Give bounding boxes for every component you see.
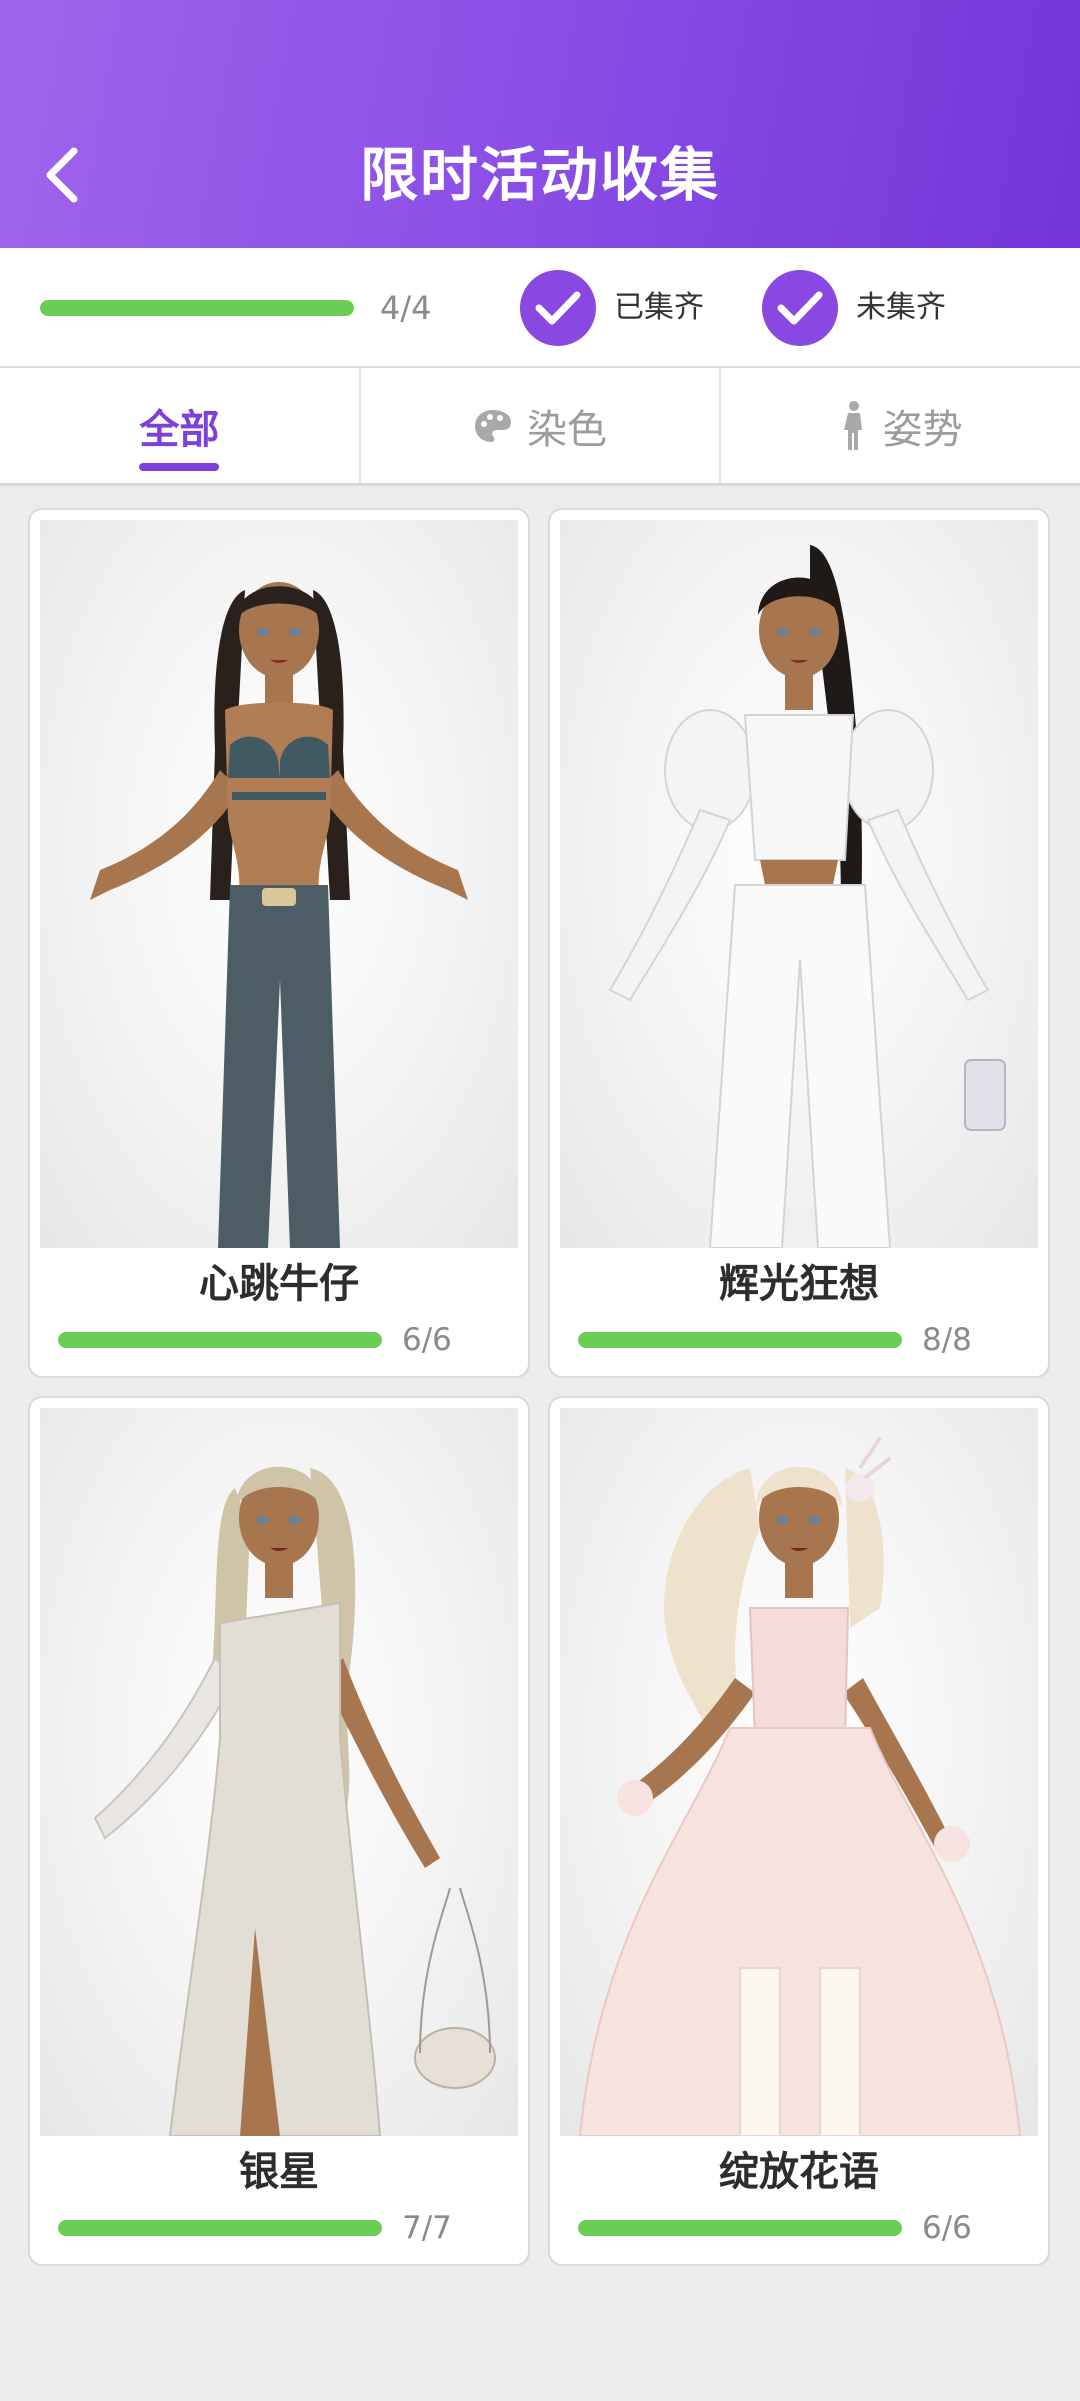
outfit-portrait (40, 1408, 518, 2136)
tab-dye[interactable]: 染色 (358, 368, 720, 483)
collection-progress-fill (578, 1332, 902, 1348)
collection-name: 心跳牛仔 (199, 1261, 359, 1307)
collection-card[interactable]: 辉光狂想 8/8 (548, 508, 1050, 1378)
collection-progress-fill (58, 1332, 382, 1348)
collection-progress-bar (578, 2220, 902, 2236)
filter-collected-checkbox[interactable] (520, 270, 596, 346)
collection-card[interactable]: 绽放花语 6/6 (548, 1396, 1050, 2266)
tab-all[interactable]: 全部 (0, 368, 359, 483)
collection-count: 6/6 (922, 2210, 972, 2246)
active-tab-indicator (139, 463, 220, 471)
overall-progress-text: 4/4 (380, 289, 432, 327)
category-tabs: 全部 染色 姿势 (0, 368, 1080, 486)
collection-progress-bar (58, 1332, 382, 1348)
collection-card[interactable]: 心跳牛仔 6/6 (28, 508, 530, 1378)
tab-all-label: 全部 (139, 406, 220, 453)
outfit-portrait (560, 1408, 1038, 2136)
outfit-portrait (560, 520, 1038, 1248)
collection-progress-bar (578, 1332, 902, 1348)
overall-progress-bar (40, 300, 354, 316)
collection-name: 银星 (239, 2149, 319, 2195)
collection-grid: 心跳牛仔 6/6 辉光狂想 8/8 银星 7/7 绽放花语 6/6 (28, 508, 1052, 2266)
person-pose-icon (843, 400, 862, 450)
collection-count: 8/8 (922, 1322, 972, 1358)
collection-name: 绽放花语 (719, 2149, 879, 2195)
collection-card[interactable]: 银星 7/7 (28, 1396, 530, 2266)
collection-name: 辉光狂想 (719, 1261, 879, 1307)
character-illustration (578, 1436, 1022, 2136)
collection-summary: 4/4 已集齐 未集齐 (0, 248, 1080, 368)
tab-pose[interactable]: 姿势 (719, 368, 1080, 483)
character-illustration (608, 545, 1006, 1248)
filter-uncollected-checkbox[interactable] (762, 270, 838, 346)
check-icon (535, 291, 581, 325)
character-illustration (90, 582, 468, 1248)
tab-pose-label: 姿势 (882, 406, 963, 453)
collection-progress-fill (58, 2220, 382, 2236)
header-bar: 限时活动收集 (0, 0, 1080, 248)
overall-progress-fill (40, 300, 354, 316)
outfit-portrait (40, 520, 518, 1248)
palette-icon (475, 409, 511, 442)
filter-uncollected-label[interactable]: 未集齐 (856, 284, 946, 332)
check-icon (777, 291, 823, 325)
collection-progress-bar (58, 2220, 382, 2236)
collection-count: 6/6 (402, 1322, 452, 1358)
filter-collected-label[interactable]: 已集齐 (614, 284, 704, 332)
tab-dye-label: 染色 (527, 406, 607, 453)
page-title: 限时活动收集 (359, 141, 720, 209)
collection-count: 7/7 (402, 2210, 452, 2246)
character-illustration (93, 1466, 496, 2136)
collection-progress-fill (578, 2220, 902, 2236)
